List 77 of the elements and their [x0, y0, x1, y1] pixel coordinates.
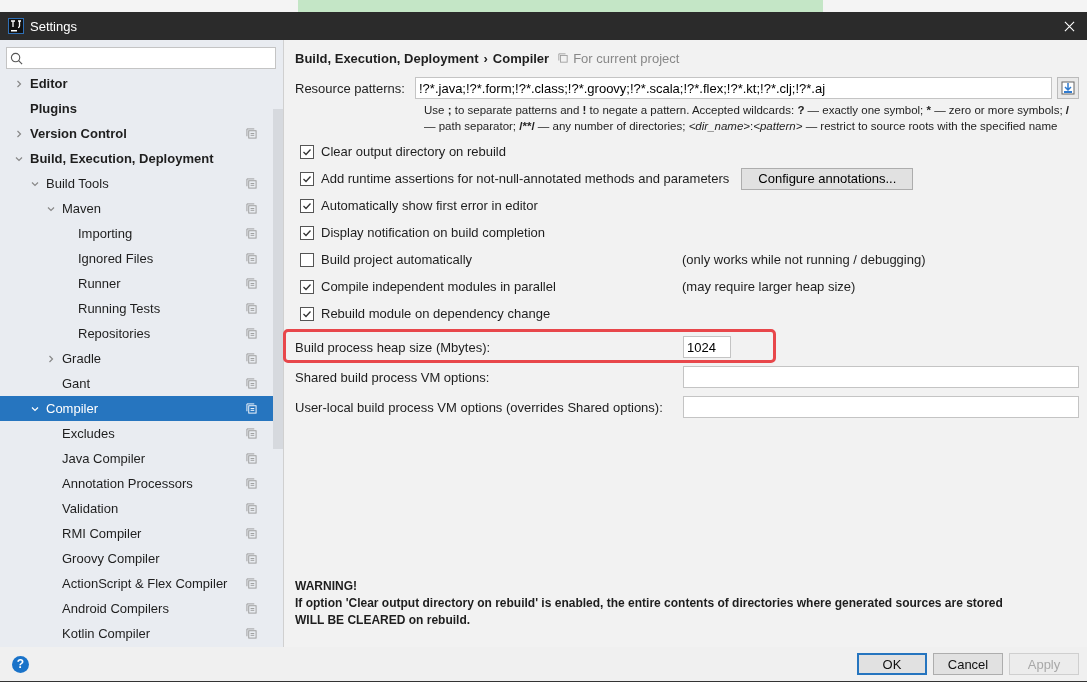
search-field[interactable] — [6, 47, 276, 69]
tree-item[interactable]: Kotlin Compiler — [0, 621, 273, 646]
checkmark-icon — [302, 308, 312, 319]
tree-item[interactable]: Editor — [0, 71, 273, 96]
chevron-icon[interactable] — [14, 78, 24, 89]
tree-item[interactable]: Build Tools — [0, 171, 273, 196]
checkmark-icon — [302, 146, 312, 157]
text-field[interactable]: 1024 — [683, 336, 731, 358]
breadcrumb-current: Compiler — [492, 50, 550, 66]
checkbox-label[interactable]: Automatically show first error in editor — [321, 198, 538, 213]
warning-text: WILL BE CLEARED on rebuild. — [295, 612, 472, 629]
tree-item[interactable]: Running Tests — [0, 296, 273, 321]
text-field[interactable] — [683, 366, 1079, 388]
checkbox-label[interactable]: Add runtime assertions for not-null-annotated methods and parameters — [321, 171, 730, 186]
chevron-icon[interactable] — [46, 353, 56, 364]
tree-item[interactable]: Gradle — [0, 346, 273, 371]
tree-item[interactable]: Importing — [0, 221, 273, 246]
warning-title: WARNING! — [295, 578, 358, 595]
option-note: (only works while not running / debugging) — [682, 252, 926, 267]
copy-icon — [558, 53, 569, 63]
close-icon[interactable] — [1064, 20, 1075, 32]
resource-patterns-field[interactable]: !?*.java;!?*.form;!?*.class;!?*.groovy;!?*.scala;!?*.flex;!?*.kt;!?*.clj;!?*.aj — [415, 77, 1052, 99]
checkbox[interactable] — [300, 252, 314, 267]
chevron-icon[interactable] — [14, 128, 24, 139]
checkmark-icon — [302, 281, 312, 292]
checkbox[interactable] — [300, 198, 314, 213]
tree-item[interactable]: Repositories — [0, 321, 273, 346]
tree-item[interactable]: Ignored Files — [0, 246, 273, 271]
dialog-button[interactable]: Cancel — [933, 653, 1003, 675]
checkmark-icon — [302, 200, 312, 211]
tree-item[interactable]: Excludes — [0, 421, 273, 446]
checkbox[interactable] — [300, 306, 314, 321]
tree-item[interactable]: Java Compiler — [0, 446, 273, 471]
app-logo-icon — [8, 18, 24, 34]
tree-item[interactable]: Maven — [0, 196, 273, 221]
checkbox[interactable] — [300, 225, 314, 240]
option-note: (may require larger heap size) — [682, 279, 856, 294]
tree-item[interactable]: Validation — [0, 496, 273, 521]
tree-item[interactable]: Build, Execution, Deployment — [0, 146, 273, 171]
checkbox[interactable] — [300, 144, 314, 159]
expand-field-button[interactable] — [1057, 77, 1079, 99]
tree-item[interactable]: Runner — [0, 271, 273, 296]
tree-item[interactable]: RMI Compiler — [0, 521, 273, 546]
checkmark-icon — [302, 227, 312, 238]
breadcrumb-separator: › — [483, 50, 488, 66]
checkmark-icon — [302, 173, 312, 184]
dialog-button[interactable]: OK — [857, 653, 927, 675]
tree-item[interactable]: Groovy Compiler — [0, 546, 273, 571]
scrollbar-thumb[interactable] — [273, 109, 283, 449]
tree-item[interactable]: Plugins — [0, 96, 273, 121]
tree-item[interactable]: Gant — [0, 371, 273, 396]
field-label: Resource patterns: — [295, 80, 406, 96]
checkbox-label[interactable]: Build project automatically — [321, 252, 473, 267]
tree-item[interactable]: ActionScript & Flex Compiler — [0, 571, 273, 596]
text-field[interactable] — [683, 396, 1079, 418]
field-label: Build process heap size (Mbytes): — [295, 339, 492, 355]
hint-text: Use ; to separate patterns and ! to negate a pattern. Accepted wildcards: ? — exactly one symbol; * — zero or more symbols; / — path separator; /**/ — any number of directories; <dir_name>:<pattern> — restrict to source roots with the specified name — [424, 103, 1070, 134]
checkbox-label[interactable]: Clear output directory on rebuild — [321, 144, 506, 159]
breadcrumb-parent[interactable]: Build, Execution, Deployment — [295, 50, 479, 66]
checkbox-label[interactable]: Display notification on build completion — [321, 225, 545, 240]
field-label: User-local build process VM options (overrides Shared options): — [295, 399, 664, 415]
tree-item[interactable]: Compiler — [0, 396, 273, 421]
tree-item[interactable]: Android Compilers — [0, 596, 273, 621]
search-icon — [10, 51, 23, 65]
checkbox[interactable] — [300, 279, 314, 294]
tree-item[interactable]: Version Control — [0, 121, 273, 146]
checkbox-label[interactable]: Rebuild module on dependency change — [321, 306, 551, 321]
tree-item[interactable]: Annotation Processors — [0, 471, 273, 496]
scope-label: For current project — [573, 50, 680, 66]
checkbox[interactable] — [300, 171, 314, 186]
download-icon — [1061, 81, 1075, 95]
warning-text: If option 'Clear output directory on rebuild' is enabled, the entire contents of directories where generated sources are stored — [295, 595, 1004, 612]
checkbox-label[interactable]: Compile independent modules in parallel — [321, 279, 556, 294]
window-title: Settings — [30, 18, 77, 34]
field-label: Shared build process VM options: — [295, 369, 491, 385]
configure-button[interactable]: Configure annotations... — [741, 167, 914, 190]
help-button[interactable]: ? — [12, 655, 29, 673]
